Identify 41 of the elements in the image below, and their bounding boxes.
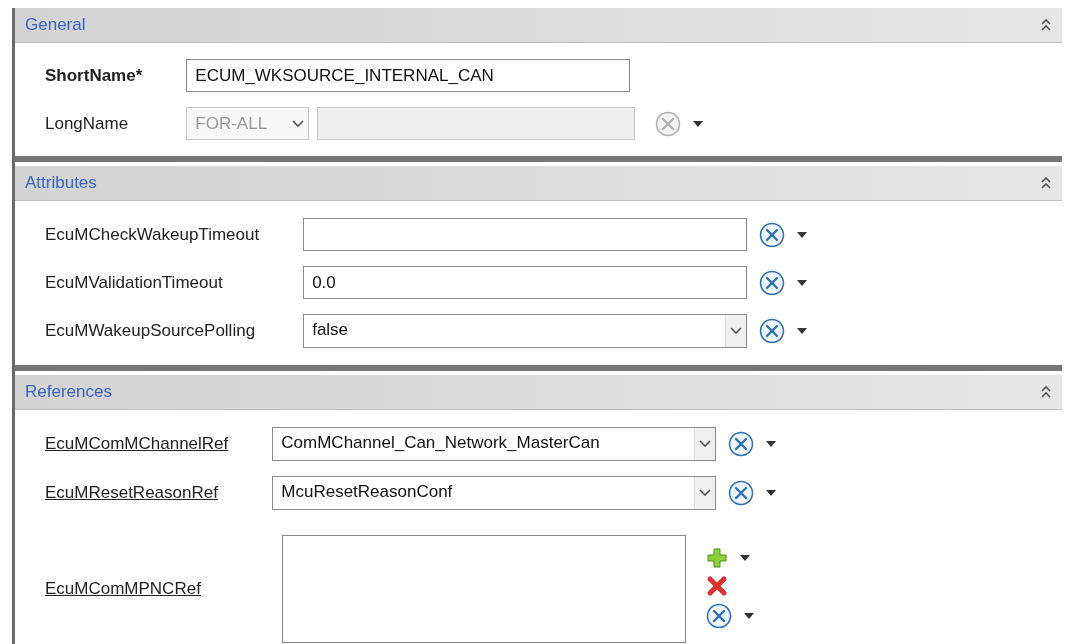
reset-tool-icon[interactable] [728,431,755,457]
dropdown-caret-icon[interactable] [766,441,777,447]
chevron-down-icon [699,440,712,448]
dropdown-select[interactable]: McuResetReasonConf [272,476,717,510]
section-title[interactable]: References [25,379,112,405]
chevron-down-icon [292,119,305,128]
field-label: EcuMWakeupSourcePolling [45,320,256,343]
dropdown-select[interactable]: false [303,314,748,348]
field-label: EcuMCheckWakeupTimeout [45,223,260,246]
section-title[interactable]: General [25,12,86,38]
dropdown-caret-icon[interactable] [797,328,808,334]
text-field[interactable]: ECUM_WKSOURCE_INTERNAL_CAN [186,59,631,92]
reset-tool-icon[interactable] [706,603,733,629]
reference-link[interactable]: EcuMComMChannelRef [45,431,229,457]
dropdown-caret-icon[interactable] [740,555,751,561]
reference-link[interactable]: EcuMResetReasonRef [45,480,218,506]
chevron-down-icon [730,327,743,335]
reset-tool-icon[interactable] [759,269,786,296]
reference-link[interactable]: EcuMComMPNCRef [45,576,201,602]
text-field[interactable]: 0.0 [303,266,748,299]
dropdown-caret-icon[interactable] [766,490,777,496]
collapse-icon[interactable] [1040,385,1052,399]
dropdown-caret-icon[interactable] [744,613,755,619]
field-label: LongName [45,112,129,135]
collapse-icon[interactable] [1040,176,1052,190]
add-icon[interactable] [706,547,729,569]
field-label: EcuMValidationTimeout [45,271,223,294]
text-field[interactable] [303,218,748,251]
dropdown-caret-icon[interactable] [797,231,808,238]
reference-list-box[interactable] [282,535,687,643]
reset-tool-icon[interactable] [759,221,786,248]
field-label: ShortName* [45,64,143,87]
collapse-icon[interactable] [1040,18,1052,32]
section-title[interactable]: Attributes [25,170,97,196]
delete-icon[interactable] [706,575,729,597]
dropdown-select[interactable]: ComMChannel_Can_Network_MasterCan [272,427,717,461]
dropdown-caret-icon[interactable] [797,279,808,286]
dropdown-caret-icon[interactable] [693,120,704,127]
reset-tool-icon[interactable] [759,318,786,344]
reset-tool-icon[interactable] [728,480,755,506]
chevron-down-icon [699,489,712,497]
